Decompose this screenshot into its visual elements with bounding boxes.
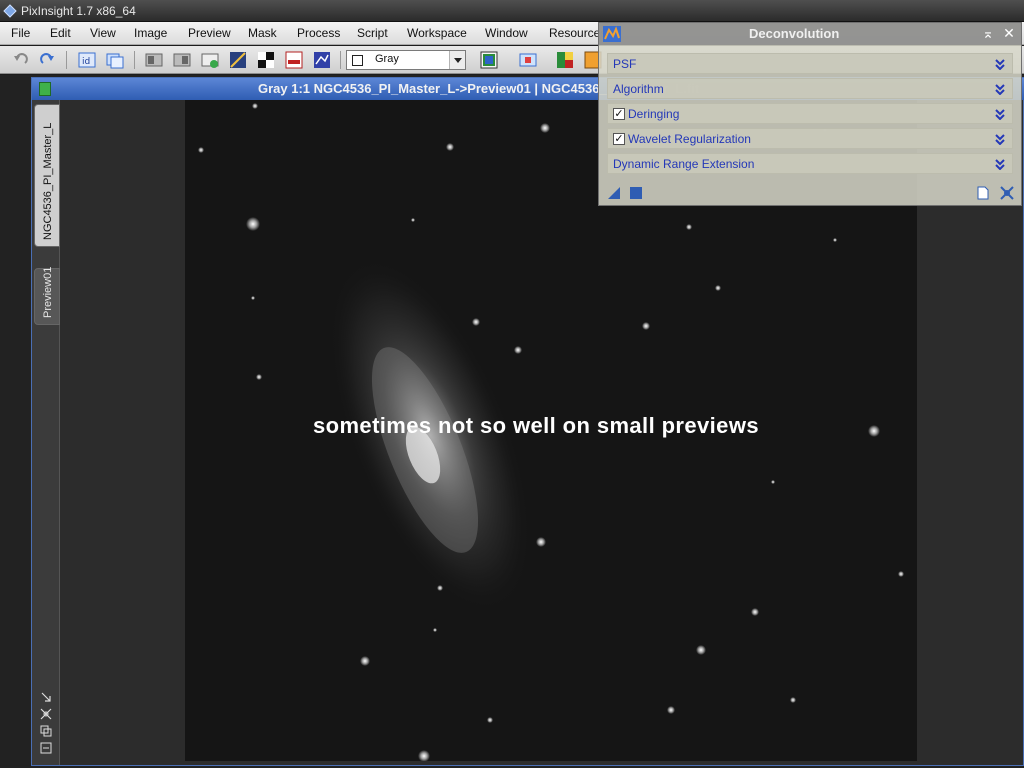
pixinsight-logo-icon: [3, 4, 17, 18]
video-caption: sometimes not so well on small previews: [313, 413, 759, 438]
new-preview-icon[interactable]: [145, 51, 163, 69]
deconvolution-dialog: Deconvolution ⌅ ✕ PSF Algorithm ✓ Dering…: [598, 22, 1022, 206]
new-instance-icon[interactable]: [607, 186, 621, 200]
histogram-icon[interactable]: [285, 51, 303, 69]
section-psf[interactable]: PSF: [607, 53, 1013, 74]
expand-icon[interactable]: [994, 58, 1006, 70]
undo-icon[interactable]: [12, 51, 30, 69]
app-title: PixInsight 1.7 x86_64: [21, 4, 136, 18]
color-channels-icon[interactable]: [480, 51, 498, 69]
expand-icon[interactable]: [994, 133, 1006, 145]
menu-preview[interactable]: Preview: [188, 26, 231, 40]
channel-select-value: Gray: [375, 53, 399, 65]
svg-text:id: id: [82, 57, 90, 67]
toolbar-separator: [134, 51, 135, 69]
menu-process[interactable]: Process: [297, 26, 340, 40]
add-preview-icon[interactable]: [201, 51, 219, 69]
section-wavelet-regularization-label: Wavelet Regularization: [628, 132, 751, 146]
apply-global-icon[interactable]: [629, 186, 643, 200]
identifier-icon[interactable]: id: [78, 51, 96, 69]
expand-icon[interactable]: [994, 158, 1006, 170]
menu-image[interactable]: Image: [134, 26, 167, 40]
menu-file[interactable]: File: [11, 26, 30, 40]
tab-preview01[interactable]: Preview01: [34, 266, 60, 325]
color-calibration-icon[interactable]: [556, 51, 574, 69]
fit-window-icon[interactable]: [40, 742, 52, 754]
toolbar-separator: [66, 51, 67, 69]
process-icon: [603, 26, 621, 42]
deringing-checkbox[interactable]: ✓: [613, 108, 625, 120]
tab-preview01-label: Preview01: [42, 266, 54, 318]
app-titlebar: PixInsight 1.7 x86_64: [0, 0, 1024, 22]
reset-icon[interactable]: [1000, 186, 1014, 200]
zoom-to-fit-icon[interactable]: [40, 691, 52, 703]
mask-icon[interactable]: [257, 51, 275, 69]
tab-main-view-label: NGC4536_PI_Master_L: [42, 122, 54, 240]
close-icon[interactable]: ✕: [1001, 26, 1017, 42]
expand-icon[interactable]: [994, 83, 1006, 95]
pan-icon[interactable]: [40, 725, 52, 737]
readout-icon[interactable]: [313, 51, 331, 69]
deconvolution-titlebar[interactable]: Deconvolution ⌅ ✕: [599, 23, 1021, 45]
menu-workspace[interactable]: Workspace: [407, 26, 467, 40]
shade-icon[interactable]: ⌅: [980, 26, 996, 42]
document-icon: [39, 82, 51, 96]
expand-icon[interactable]: [994, 108, 1006, 120]
section-dynamic-range-extension-label: Dynamic Range Extension: [613, 157, 755, 171]
menu-script[interactable]: Script: [357, 26, 388, 40]
section-dynamic-range-extension[interactable]: Dynamic Range Extension: [607, 153, 1013, 174]
section-algorithm-label: Algorithm: [613, 82, 664, 96]
menu-window[interactable]: Window: [485, 26, 528, 40]
section-algorithm[interactable]: Algorithm: [607, 78, 1013, 99]
display-channel-select[interactable]: Gray: [346, 50, 466, 70]
screen-transfer-icon[interactable]: [519, 51, 537, 69]
stf-icon[interactable]: [229, 51, 247, 69]
clone-image-icon[interactable]: [106, 51, 124, 69]
tab-main-view[interactable]: NGC4536_PI_Master_L: [34, 104, 60, 247]
deconvolution-title: Deconvolution: [749, 26, 840, 41]
delete-preview-icon[interactable]: [173, 51, 191, 69]
pixinsight-window: PixInsight 1.7 x86_64 File Edit View Ima…: [0, 0, 1024, 768]
view-tab-strip: NGC4536_PI_Master_L Preview01: [32, 100, 60, 765]
section-deringing-label: Deringing: [628, 107, 680, 121]
section-wavelet-regularization[interactable]: ✓ Wavelet Regularization: [607, 128, 1013, 149]
section-psf-label: PSF: [613, 57, 637, 71]
menu-edit[interactable]: Edit: [50, 26, 71, 40]
center-icon[interactable]: [40, 708, 52, 720]
channel-swatch-icon: [352, 55, 363, 66]
chevron-down-icon[interactable]: [449, 51, 465, 69]
wavelet-regularization-checkbox[interactable]: ✓: [613, 133, 625, 145]
menu-mask[interactable]: Mask: [248, 26, 277, 40]
toolbar-separator: [340, 51, 341, 69]
browse-documentation-icon[interactable]: [976, 186, 990, 200]
menu-view[interactable]: View: [90, 26, 116, 40]
section-deringing[interactable]: ✓ Deringing: [607, 103, 1013, 124]
redo-icon[interactable]: [38, 51, 56, 69]
